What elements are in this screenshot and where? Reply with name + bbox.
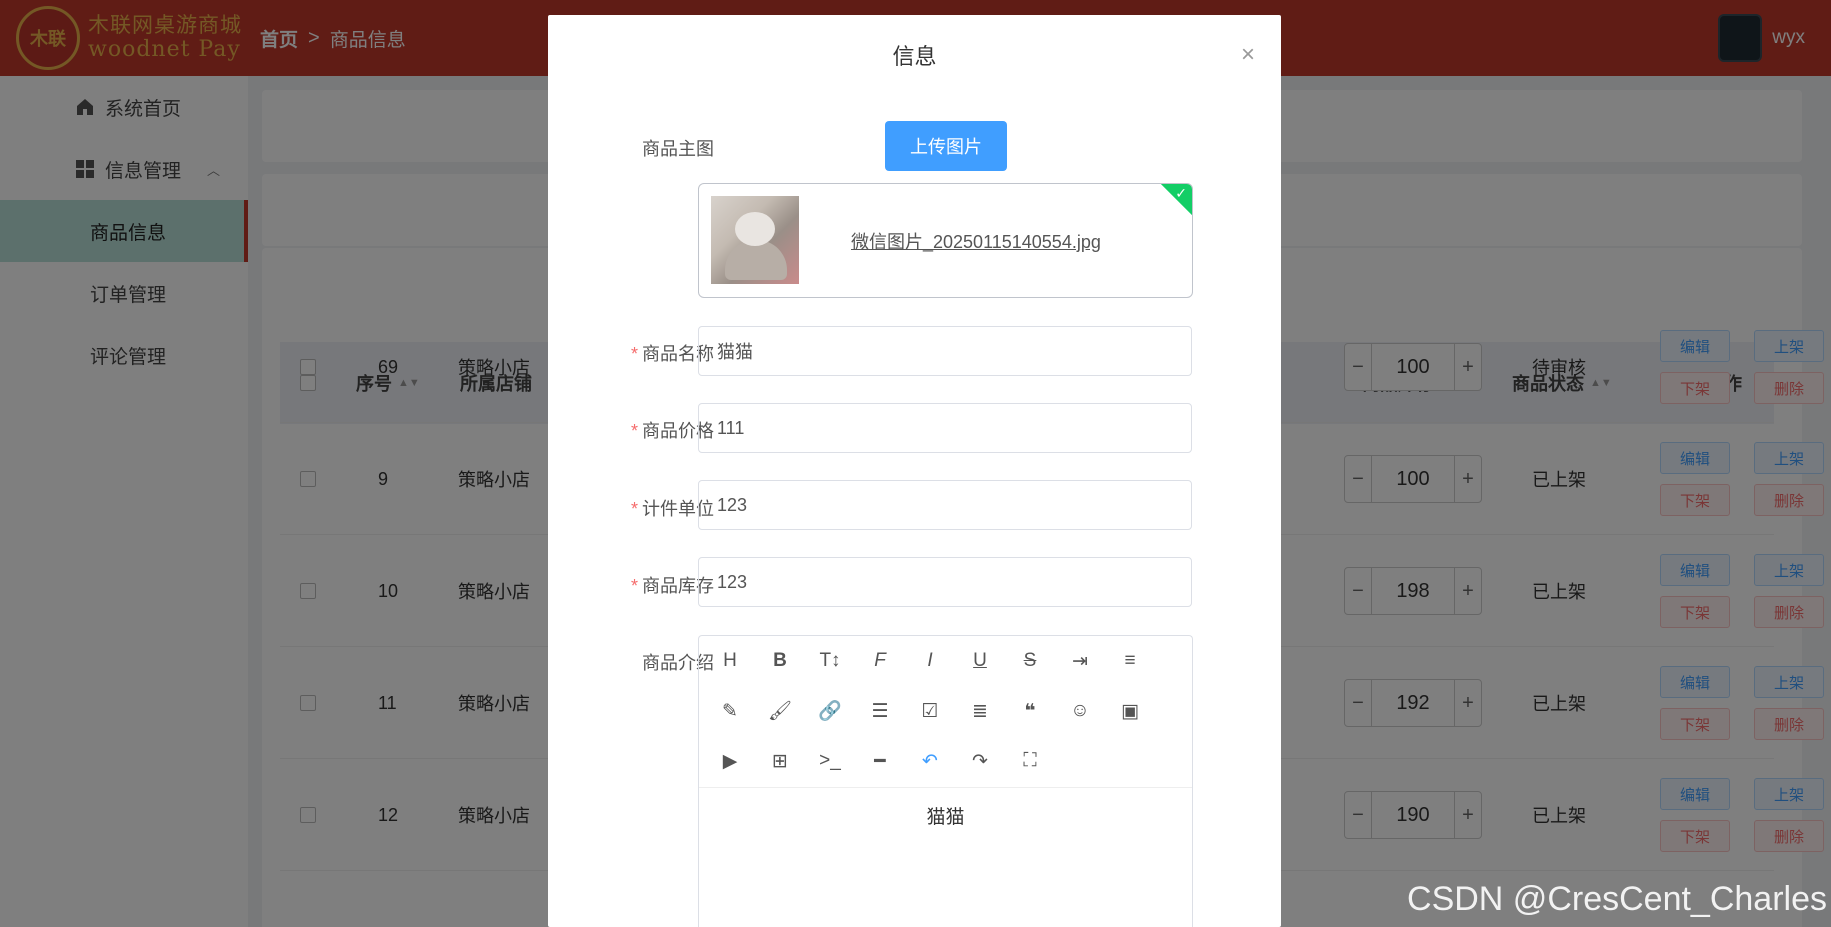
emoji-icon[interactable]: ☺: [1065, 696, 1095, 726]
info-dialog: 信息 × 商品主图 上传图片 微信图片_20250115140554.jpg ✓…: [548, 15, 1281, 927]
divider-icon[interactable]: ━: [865, 746, 895, 776]
strikethrough-icon[interactable]: S: [1015, 646, 1045, 676]
image-icon[interactable]: ▣: [1115, 696, 1145, 726]
code-icon[interactable]: >_: [815, 746, 845, 776]
video-icon[interactable]: ▶: [715, 746, 745, 776]
link-icon[interactable]: 🔗: [815, 696, 845, 726]
bold-icon[interactable]: B: [765, 646, 795, 676]
fullscreen-icon[interactable]: ⛶: [1015, 746, 1045, 776]
file-name-link[interactable]: 微信图片_20250115140554.jpg: [851, 228, 1101, 254]
stock-input[interactable]: 123: [698, 557, 1192, 607]
italic-icon[interactable]: I: [915, 646, 945, 676]
indent-icon[interactable]: ⇥: [1065, 646, 1095, 676]
line-height-icon[interactable]: ≡: [1115, 646, 1145, 676]
table-icon[interactable]: ⊞: [765, 746, 795, 776]
heading-icon[interactable]: H: [715, 646, 745, 676]
upload-image-button[interactable]: 上传图片: [885, 121, 1007, 171]
check-icon: ✓: [1175, 185, 1187, 201]
dialog-title: 信息: [892, 44, 937, 69]
underline-icon[interactable]: U: [965, 646, 995, 676]
close-icon[interactable]: ×: [1241, 43, 1255, 67]
uploaded-file-card[interactable]: 微信图片_20250115140554.jpg ✓: [698, 183, 1193, 298]
undo-icon[interactable]: ↶: [915, 746, 945, 776]
list-icon[interactable]: ☰: [865, 696, 895, 726]
redo-icon[interactable]: ↷: [965, 746, 995, 776]
rich-text-editor[interactable]: H B T↕ F I U S ⇥ ≡ ✎ 🖌 🔗 ☰ ☑ ≣ ❝ ☺ ▣ ▶ ⊞…: [698, 635, 1193, 927]
font-family-icon[interactable]: F: [865, 646, 895, 676]
price-label: * 商品价格: [630, 421, 714, 441]
intro-label: 商品介绍: [642, 653, 714, 673]
align-icon[interactable]: ≣: [965, 696, 995, 726]
font-color-icon[interactable]: ✎: [715, 696, 745, 726]
price-input[interactable]: 111: [698, 403, 1192, 453]
todo-icon[interactable]: ☑: [915, 696, 945, 726]
editor-content[interactable]: 猫猫: [699, 788, 1192, 829]
watermark: CSDN @CresCent_Charles: [1407, 880, 1827, 918]
unit-label: * 计件单位: [630, 499, 714, 519]
background-color-icon[interactable]: 🖌: [765, 696, 795, 726]
name-input[interactable]: 猫猫: [698, 326, 1192, 376]
quote-icon[interactable]: ❝: [1015, 696, 1045, 726]
product-image-thumbnail: [711, 196, 799, 284]
main-image-label: 商品主图: [642, 139, 714, 159]
name-label: * 商品名称: [630, 344, 714, 364]
unit-input[interactable]: 123: [698, 480, 1192, 530]
editor-toolbar: H B T↕ F I U S ⇥ ≡ ✎ 🖌 🔗 ☰ ☑ ≣ ❝ ☺ ▣ ▶ ⊞…: [699, 636, 1192, 788]
stock-label: * 商品库存: [630, 576, 714, 596]
font-size-icon[interactable]: T↕: [815, 646, 845, 676]
